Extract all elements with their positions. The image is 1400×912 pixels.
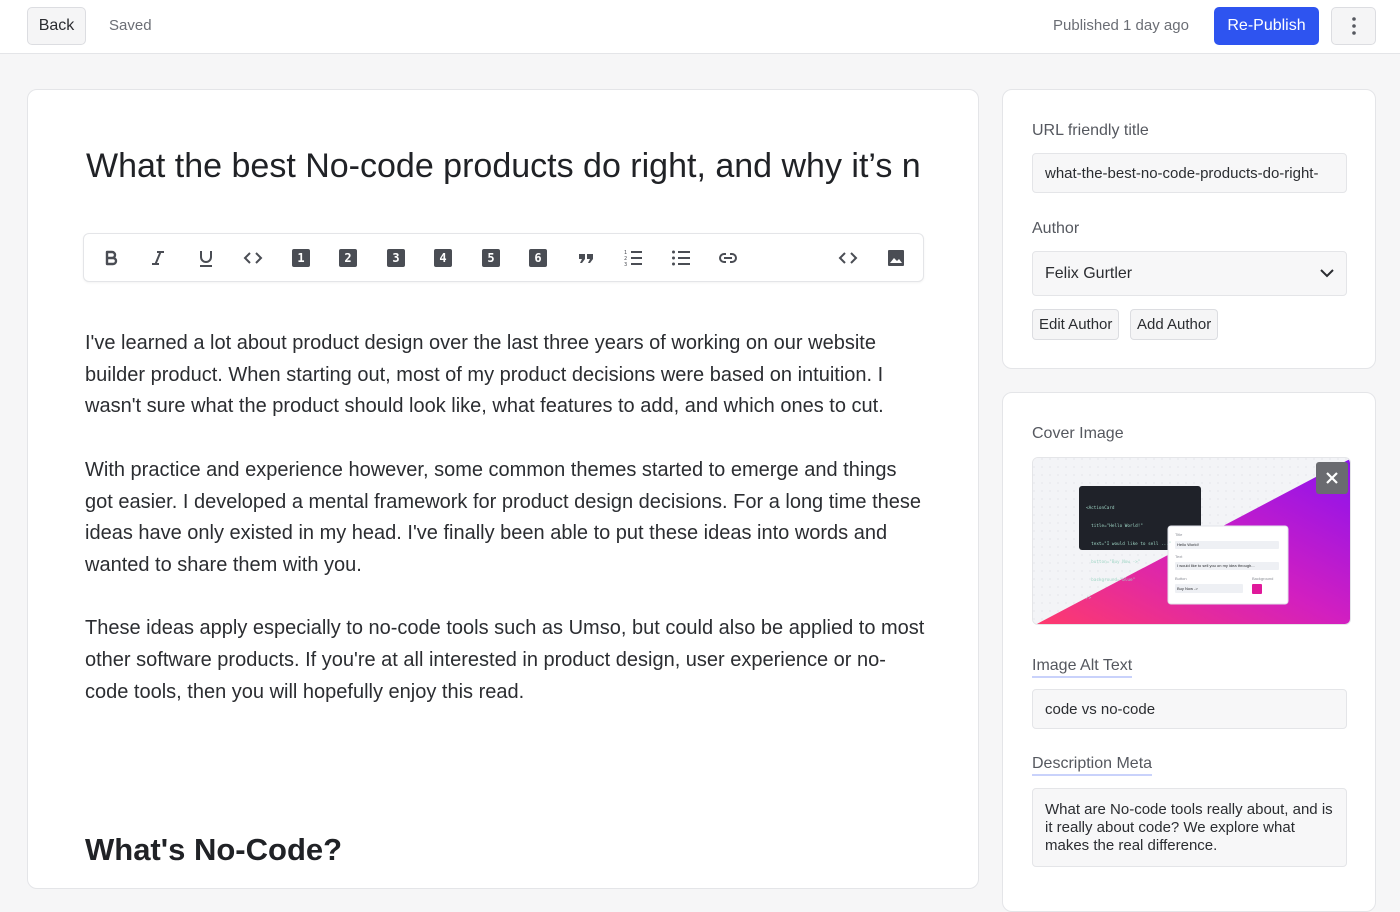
close-icon [1326,472,1338,484]
image-icon [888,250,904,266]
republish-button[interactable]: Re-Publish [1214,7,1319,45]
remove-cover-button[interactable] [1316,462,1348,494]
quote-icon [579,254,593,263]
numbered-list-icon: 123 [624,250,642,268]
mock-text-value: I would like to sell you on my idea thro… [1177,563,1255,568]
back-button[interactable]: Back [27,7,86,45]
bold-icon [105,250,118,266]
mock-code-line: button="Buy Now ->" [1086,560,1141,565]
url-title-input[interactable]: what-the-best-no-code-products-do-right- [1032,153,1347,193]
more-options-button[interactable] [1331,7,1376,45]
code-block-button[interactable] [836,246,860,270]
mock-code-line: background="blue" [1086,578,1136,583]
heading-2-button[interactable]: 2 [336,246,360,270]
heading-3-button[interactable]: 3 [384,246,408,270]
post-title-input[interactable]: What the best No-code products do right,… [86,146,922,186]
cover-image-label: Cover Image [1032,425,1124,442]
svg-text:3: 3 [624,262,627,268]
bulleted-list-icon [672,250,690,266]
description-meta-label: Description Meta [1032,755,1153,776]
heading-3-icon: 3 [387,249,405,267]
add-author-button[interactable]: Add Author [1130,309,1219,340]
cover-image-preview[interactable]: <ActionCard title="Hello World!" text="I… [1032,457,1351,625]
save-status: Saved [109,17,152,34]
numbered-list-button[interactable]: 123 [621,246,645,270]
mock-code: <ActionCard title="Hello World!" text="I… [1086,494,1171,614]
mock-code-line: <ActionCard [1086,506,1115,511]
chevron-down-icon [1320,269,1334,278]
heading-1-button[interactable]: 1 [289,246,313,270]
editor-panel: What the best No-code products do right,… [27,89,979,889]
mock-button-value: Buy Now -> [1177,586,1198,591]
paragraph: I've learned a lot about product design … [85,332,884,418]
mock-title-value: Hello World! [1177,542,1199,547]
image-alt-input[interactable]: code vs no-code [1032,689,1347,729]
link-icon [719,253,737,263]
cover-meta-panel: Cover Image <ActionCard title="Hello Wor… [1002,392,1376,912]
italic-button[interactable] [146,246,170,270]
paragraph: With practice and experience however, so… [85,458,922,576]
underline-button[interactable] [194,246,218,270]
code-block-icon [838,252,858,264]
post-body[interactable]: I've learned a lot about product design … [85,328,925,740]
heading-1-icon: 1 [292,249,310,267]
author-label: Author [1032,220,1080,237]
bulleted-list-button[interactable] [669,246,693,270]
image-alt-label: Image Alt Text [1032,657,1133,678]
author-select[interactable]: Felix Gurtler [1032,251,1347,296]
post-settings-panel: URL friendly title what-the-best-no-code… [1002,89,1376,369]
quote-button[interactable] [574,246,598,270]
underline-icon [200,251,212,267]
link-button[interactable] [716,246,740,270]
heading-4-icon: 4 [434,249,452,267]
description-meta-textarea[interactable]: What are No-code tools really about, and… [1032,788,1347,867]
publish-status: Published 1 day ago [1053,17,1189,34]
inline-code-button[interactable] [241,246,265,270]
heading-5-button[interactable]: 5 [479,246,503,270]
url-title-label: URL friendly title [1032,122,1149,139]
heading-4-button[interactable]: 4 [431,246,455,270]
mock-background-label: Background [1252,576,1274,581]
mock-text-label: Text [1175,554,1183,559]
edit-author-button[interactable]: Edit Author [1032,309,1120,340]
mock-button-label: Button [1175,576,1187,581]
heading-2-icon: 2 [339,249,357,267]
vertical-dots-icon [1351,17,1356,35]
image-button[interactable] [884,246,908,270]
bold-button[interactable] [99,246,123,270]
mock-title-label: Title [1175,532,1183,537]
inline-code-icon [243,252,263,264]
formatting-toolbar: 1 2 3 4 5 6 123 [83,233,924,282]
mock-code-line: text="I would like to sell ..." [1086,542,1172,547]
heading-5-icon: 5 [482,249,500,267]
italic-icon [152,251,164,265]
author-selected-value: Felix Gurtler [1045,264,1133,282]
section-heading: What's No-Code? [85,832,343,867]
mock-code-line: /> [1086,596,1092,601]
paragraph: These ideas apply especially to no-code … [85,617,925,703]
mock-code-line: title="Hello World!" [1086,524,1143,529]
heading-6-button[interactable]: 6 [526,246,550,270]
heading-6-icon: 6 [529,249,547,267]
top-bar: Back Saved Published 1 day ago Re-Publis… [0,0,1400,54]
